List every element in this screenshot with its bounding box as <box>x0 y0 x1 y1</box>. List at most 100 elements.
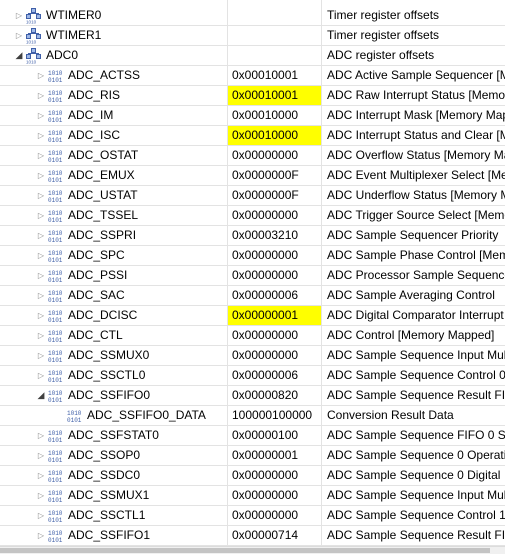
register-name-cell[interactable]: ▷ 1010 0101 ADC_EMUX <box>0 166 228 186</box>
register-value-cell[interactable]: 0x00000100 <box>228 426 322 446</box>
register-name-cell[interactable]: ▷ 1010 0101 ADC_ACTSS <box>0 66 228 86</box>
expand-arrow-icon[interactable]: ▷ <box>36 286 46 305</box>
tree-row[interactable]: ▷ 1010 0101 ADC_ISC 0x00010000 ADC Interrupt … <box>0 126 505 146</box>
register-value-cell[interactable]: 0x00000820 <box>228 386 322 406</box>
register-value-cell[interactable]: 0x00000000 <box>228 146 322 166</box>
tree-row[interactable]: ▷ 1010 0101 ADC_CTL 0x00000000 ADC Control [M… <box>0 326 505 346</box>
tree-row[interactable]: ▷ 1010 0101 ADC_SSFSTAT0 0x00000100 ADC Sampl… <box>0 426 505 446</box>
register-name-cell[interactable]: ▷ 1010 WTIMER1 <box>0 26 228 46</box>
register-value-cell[interactable]: 0x00000001 <box>228 446 322 466</box>
register-name-cell[interactable]: ▷ 1010 0101 ADC_DCISC <box>0 306 228 326</box>
register-name-cell[interactable]: ▷ 1010 WTIMER0 <box>0 6 228 26</box>
tree-row[interactable]: ▷ 1010 0101 ADC_ACTSS 0x00010001 ADC Active S… <box>0 66 505 86</box>
expand-arrow-icon[interactable]: ▷ <box>14 26 24 45</box>
register-name-cell[interactable]: ▷ 1010 0101 ADC_SSCTL1 <box>0 506 228 526</box>
register-value-cell[interactable]: 0x00000006 <box>228 286 322 306</box>
register-name-cell[interactable]: 1010 0101 ADC_SSFIFO0_DATA <box>0 406 228 426</box>
register-name-cell[interactable]: ▷ 1010 0101 ADC_OSTAT <box>0 146 228 166</box>
expand-arrow-icon[interactable]: ▷ <box>36 346 46 365</box>
register-name-cell[interactable]: ▷ 1010 0101 ADC_SSCTL0 <box>0 366 228 386</box>
tree-row[interactable]: ▷ 1010 0101 ADC_EMUX 0x0000000F ADC Event Mul… <box>0 166 505 186</box>
register-name-cell[interactable]: ▷ 1010 0101 ADC_RIS <box>0 86 228 106</box>
expand-arrow-icon[interactable]: ▷ <box>36 466 46 485</box>
register-value-cell[interactable]: 0x00003210 <box>228 226 322 246</box>
register-value-cell[interactable]: 0x0000000F <box>228 186 322 206</box>
tree-row[interactable]: ▷ 1010 0101 ADC_PSSI 0x00000000 ADC Processor… <box>0 266 505 286</box>
tree-row[interactable]: ▷ 1010 0101 ADC_SSOP0 0x00000001 ADC Sample S… <box>0 446 505 466</box>
register-value-cell[interactable]: 0x00000000 <box>228 246 322 266</box>
tree-row[interactable]: ▷ 1010 0101 ADC_SSMUX0 0x00000000 ADC Sample … <box>0 346 505 366</box>
register-value-cell[interactable]: 0x00000001 <box>228 306 322 326</box>
register-value-cell[interactable]: 0x00010000 <box>228 126 322 146</box>
expand-arrow-icon[interactable]: ▷ <box>36 366 46 385</box>
tree-row[interactable]: ▷ 1010 0101 ADC_SSPRI 0x00003210 ADC Sample S… <box>0 226 505 246</box>
scrollbar-thumb[interactable] <box>0 548 490 553</box>
expand-arrow-icon[interactable]: ▷ <box>36 326 46 345</box>
collapse-arrow-icon[interactable]: ◢ <box>14 46 24 65</box>
tree-row[interactable]: ▷ 1010 0101 ADC_SSMUX1 0x00000000 ADC Sample … <box>0 486 505 506</box>
tree-row[interactable]: ▷ 1010 0101 ADC_SAC 0x00000006 ADC Sample Ave… <box>0 286 505 306</box>
register-name-cell[interactable]: ▷ 1010 0101 ADC_SSFSTAT0 <box>0 426 228 446</box>
tree-row[interactable]: ▷ 1010 0101 ADC_SSDC0 0x00000000 ADC Sample S… <box>0 466 505 486</box>
tree-row[interactable]: ▷ 1010 WTIMER0 Timer register offsets <box>0 6 505 26</box>
register-value-cell[interactable]: 0x00000714 <box>228 526 322 546</box>
register-value-cell[interactable]: 0x0000000F <box>228 166 322 186</box>
expand-arrow-icon[interactable]: ▷ <box>36 506 46 525</box>
tree-row[interactable]: ▷ 1010 0101 ADC_SSCTL0 0x00000006 ADC Sample … <box>0 366 505 386</box>
register-name-cell[interactable]: ▷ 1010 0101 ADC_SSPRI <box>0 226 228 246</box>
expand-arrow-icon[interactable]: ▷ <box>36 486 46 505</box>
register-value-cell[interactable]: 0x00000000 <box>228 506 322 526</box>
expand-arrow-icon[interactable]: ▷ <box>36 426 46 445</box>
tree-row[interactable]: ▷ 1010 0101 ADC_SPC 0x00000000 ADC Sample Pha… <box>0 246 505 266</box>
register-value-cell[interactable] <box>228 26 322 46</box>
register-value-cell[interactable]: 0x00010000 <box>228 106 322 126</box>
register-name-cell[interactable]: ▷ 1010 0101 ADC_CTL <box>0 326 228 346</box>
register-name-cell[interactable]: ▷ 1010 0101 ADC_IM <box>0 106 228 126</box>
register-value-cell[interactable]: 0x00000000 <box>228 486 322 506</box>
register-value-cell[interactable]: 0x00000000 <box>228 466 322 486</box>
tree-row[interactable]: ▷ 1010 WTIMER1 Timer register offsets <box>0 26 505 46</box>
expand-arrow-icon[interactable]: ▷ <box>36 166 46 185</box>
register-name-cell[interactable]: ▷ 1010 0101 ADC_SAC <box>0 286 228 306</box>
tree-row[interactable]: ▷ 1010 0101 ADC_DCISC 0x00000001 ADC Digital … <box>0 306 505 326</box>
register-value-cell[interactable]: 0x00010001 <box>228 86 322 106</box>
register-name-cell[interactable]: ▷ 1010 0101 ADC_SSMUX1 <box>0 486 228 506</box>
tree-row[interactable]: ▷ 1010 0101 ADC_RIS 0x00010001 ADC Raw Interr… <box>0 86 505 106</box>
register-name-cell[interactable]: ▷ 1010 0101 ADC_USTAT <box>0 186 228 206</box>
expand-arrow-icon[interactable]: ▷ <box>36 86 46 105</box>
register-name-cell[interactable]: ▷ 1010 0101 ADC_TSSEL <box>0 206 228 226</box>
tree-row[interactable]: ◢ 1010 0101 ADC_SSFIFO0 0x00000820 ADC Sample… <box>0 386 505 406</box>
register-name-cell[interactable]: ◢ 1010 ADC0 <box>0 46 228 66</box>
register-value-cell[interactable] <box>228 6 322 26</box>
tree-row[interactable]: ▷ 1010 0101 ADC_TSSEL 0x00000000 ADC Trigger … <box>0 206 505 226</box>
register-value-cell[interactable]: 100000100000 <box>228 406 322 426</box>
tree-row[interactable]: ▷ 1010 0101 ADC_OSTAT 0x00000000 ADC Overflow… <box>0 146 505 166</box>
expand-arrow-icon[interactable]: ▷ <box>36 206 46 225</box>
register-name-cell[interactable]: ▷ 1010 0101 ADC_PSSI <box>0 266 228 286</box>
expand-arrow-icon[interactable]: ▷ <box>36 226 46 245</box>
expand-arrow-icon[interactable]: ▷ <box>36 306 46 325</box>
register-value-cell[interactable] <box>228 46 322 66</box>
expand-arrow-icon[interactable]: ▷ <box>36 186 46 205</box>
collapse-arrow-icon[interactable]: ◢ <box>36 386 46 405</box>
tree-row[interactable]: ▷ 1010 0101 ADC_SSFIFO1 0x00000714 ADC Sample… <box>0 526 505 546</box>
tree-row[interactable]: 1010 0101 ADC_SSFIFO0_DATA 100000100000 Conv… <box>0 406 505 426</box>
register-value-cell[interactable]: 0x00000006 <box>228 366 322 386</box>
expand-arrow-icon[interactable]: ▷ <box>36 446 46 465</box>
expand-arrow-icon[interactable]: ▷ <box>36 526 46 545</box>
expand-arrow-icon[interactable]: ▷ <box>36 266 46 285</box>
register-value-cell[interactable]: 0x00000000 <box>228 206 322 226</box>
tree-row[interactable]: ▷ 1010 0101 ADC_SSCTL1 0x00000000 ADC Sample … <box>0 506 505 526</box>
register-name-cell[interactable]: ▷ 1010 0101 ADC_SPC <box>0 246 228 266</box>
register-name-cell[interactable]: ▷ 1010 0101 ADC_SSOP0 <box>0 446 228 466</box>
expand-arrow-icon[interactable]: ▷ <box>36 66 46 85</box>
expand-arrow-icon[interactable]: ▷ <box>36 126 46 145</box>
register-name-cell[interactable]: ▷ 1010 0101 ADC_SSMUX0 <box>0 346 228 366</box>
tree-row[interactable]: ◢ 1010 ADC0 ADC register offsets <box>0 46 505 66</box>
tree-row[interactable]: ▷ 1010 0101 ADC_IM 0x00010000 ADC Interrupt M… <box>0 106 505 126</box>
expand-arrow-icon[interactable]: ▷ <box>36 106 46 125</box>
expand-arrow-icon[interactable]: ▷ <box>14 6 24 25</box>
register-name-cell[interactable]: ▷ 1010 0101 ADC_ISC <box>0 126 228 146</box>
expand-arrow-icon[interactable]: ▷ <box>36 146 46 165</box>
register-value-cell[interactable]: 0x00000000 <box>228 326 322 346</box>
